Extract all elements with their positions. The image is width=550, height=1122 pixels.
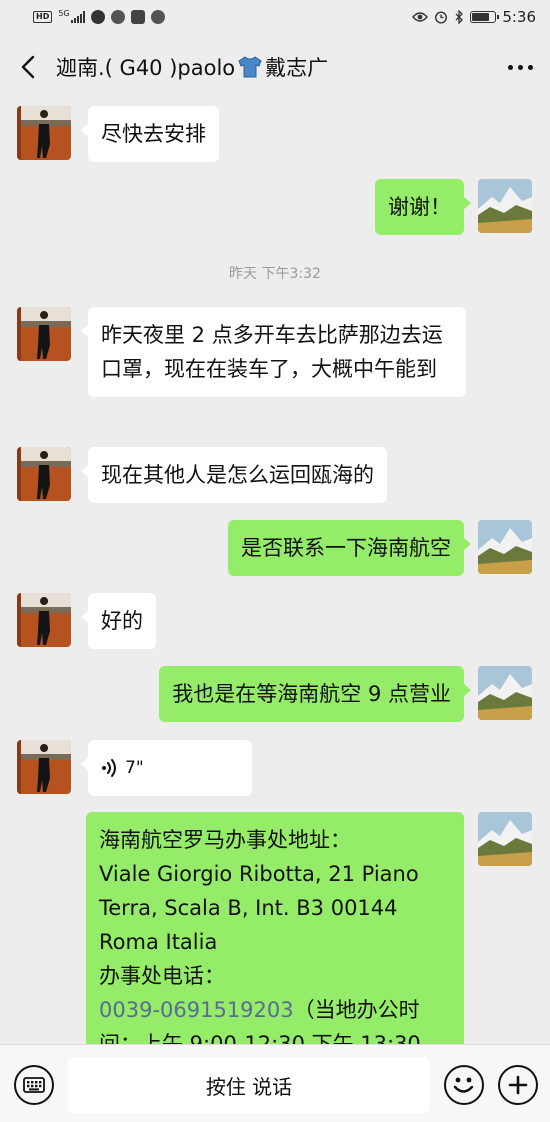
- message-bubble-incoming[interactable]: 好的: [81, 593, 156, 649]
- chat-title-name: 迦南.( G40 )paolo: [56, 56, 236, 80]
- message-bubble-incoming[interactable]: 尽快去安排: [81, 106, 219, 162]
- clock-time: 5:36: [502, 8, 536, 26]
- voice-duration: 7": [125, 758, 144, 778]
- hold-to-talk-button[interactable]: 按住 说话: [68, 1057, 430, 1113]
- status-bar-right: 5:36: [412, 8, 536, 26]
- chat-title-suffix: 戴志广: [265, 56, 329, 80]
- battery-icon: [470, 11, 500, 23]
- my-avatar[interactable]: [478, 812, 532, 866]
- app-notification-icon: [130, 10, 145, 24]
- contact-avatar[interactable]: [17, 593, 71, 647]
- message-bubble-incoming[interactable]: 昨天夜里 2 点多开车去比萨那边去运口罩，现在在装车了，大概中午能到: [81, 307, 466, 397]
- emoji-icon: [453, 1077, 474, 1093]
- app-notification-icon: [90, 10, 105, 24]
- voice-wave-icon: [102, 759, 116, 777]
- network-type-label: 5G: [58, 8, 70, 18]
- chevron-left-icon: [21, 55, 35, 79]
- app-notification-icon: [110, 10, 125, 24]
- phone-number-link[interactable]: 0039-0691519203: [99, 998, 294, 1022]
- bluetooth-icon: [455, 10, 464, 24]
- chat-header: 迦南.( G40 )paolo 戴志广: [0, 34, 550, 100]
- message-line: 0039-0691519203（当地办公时间：上午 9:00-12:30 下午 …: [99, 993, 451, 1044]
- back-button[interactable]: [0, 34, 56, 100]
- message-notification-icon: [150, 10, 165, 24]
- more-dots-icon: [507, 64, 533, 70]
- message-timestamp: 昨天 下午3:32: [229, 266, 321, 282]
- message-line: 办事处电话：: [99, 964, 225, 988]
- eye-icon: [412, 12, 429, 22]
- status-bar: HD 5G 5:36: [0, 0, 550, 34]
- status-bar-left: HD 5G: [33, 8, 165, 24]
- contact-avatar[interactable]: [17, 106, 71, 160]
- battery-level: [472, 13, 490, 21]
- hd-badge: HD: [33, 11, 53, 23]
- chat-title: 迦南.( G40 )paolo 戴志广: [56, 52, 490, 82]
- message-line: 海南航空罗马办事处地址：: [99, 828, 351, 852]
- more-functions-button[interactable]: [498, 1065, 538, 1105]
- message-line: Viale Giorgio Ribotta, 21 Piano Terra, S…: [99, 862, 419, 954]
- chat-message-list[interactable]: 尽快去安排 谢谢！ 昨天 下午3:32 昨天夜里 2 点多开车去比萨那边去运口罩…: [0, 100, 550, 1044]
- signal-icon: [70, 11, 85, 23]
- message-bubble-outgoing[interactable]: 是否联系一下海南航空: [228, 520, 471, 576]
- emoji-button[interactable]: [444, 1065, 484, 1105]
- message-bubble-outgoing[interactable]: 我也是在等海南航空 9 点营业: [159, 666, 471, 722]
- plus-icon: [508, 1075, 528, 1095]
- contact-avatar[interactable]: [17, 740, 71, 794]
- contact-avatar[interactable]: [17, 447, 71, 501]
- message-bubble-outgoing[interactable]: 谢谢！: [375, 179, 471, 235]
- contact-avatar[interactable]: [17, 307, 71, 361]
- keyboard-toggle-button[interactable]: [14, 1065, 54, 1105]
- voice-message-bubble[interactable]: 7": [81, 740, 252, 796]
- message-bubble-incoming[interactable]: 现在其他人是怎么运回瓯海的: [81, 447, 387, 503]
- alarm-icon: [435, 11, 448, 24]
- input-bar: 按住 说话: [0, 1044, 550, 1122]
- message-bubble-outgoing[interactable]: 海南航空罗马办事处地址： Viale Giorgio Ribotta, 21 P…: [86, 812, 464, 1044]
- keyboard-icon: [23, 1077, 45, 1093]
- shirt-icon: [238, 56, 262, 78]
- my-avatar[interactable]: [478, 666, 532, 720]
- my-avatar[interactable]: [478, 520, 532, 574]
- more-options-button[interactable]: [490, 34, 550, 100]
- my-avatar[interactable]: [478, 179, 532, 233]
